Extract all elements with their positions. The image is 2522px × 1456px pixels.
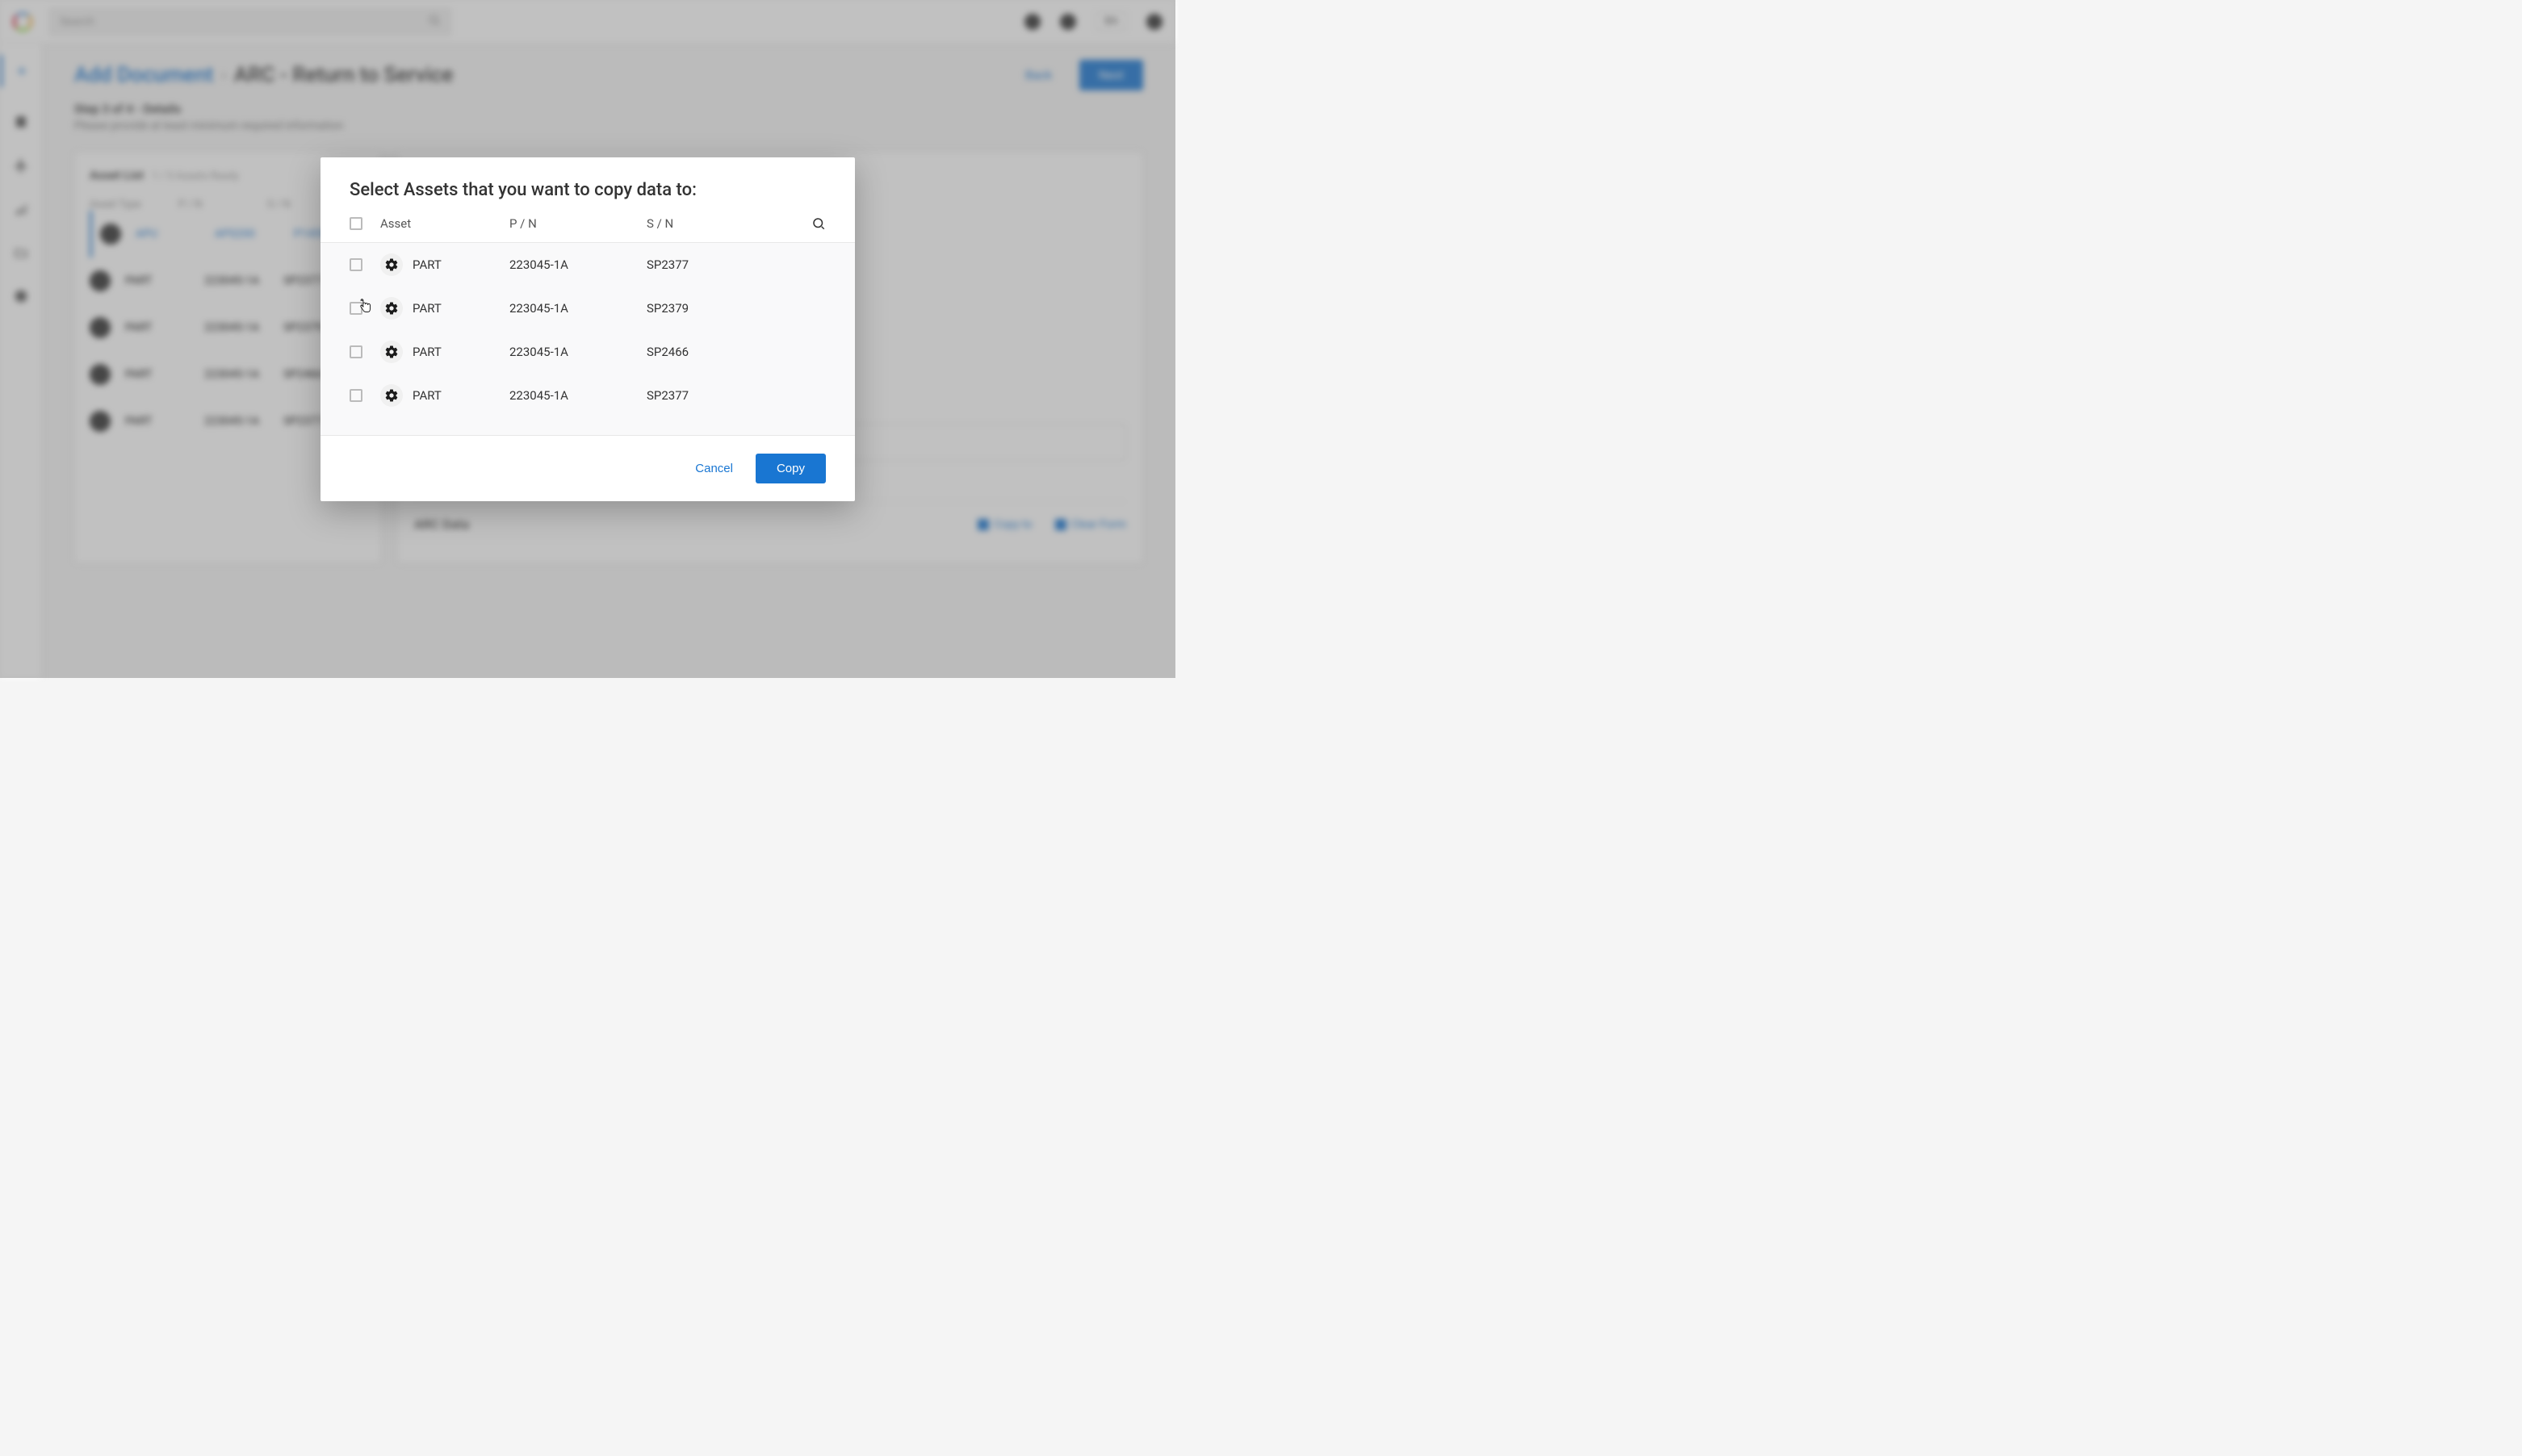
gear-icon [380, 253, 403, 276]
modal-body: PART223045-1ASP2377PART223045-1ASP2379PA… [320, 243, 855, 435]
row-type: PART [413, 388, 509, 403]
row-checkbox[interactable] [350, 258, 362, 271]
row-pn: 223045-1A [509, 257, 647, 272]
modal-asset-row[interactable]: PART223045-1ASP2466 [320, 330, 855, 374]
modal-asset-row[interactable]: PART223045-1ASP2377 [320, 374, 855, 417]
row-sn: SP2466 [647, 345, 826, 359]
row-checkbox[interactable] [350, 302, 362, 315]
col-header-asset: Asset [380, 216, 509, 231]
row-pn: 223045-1A [509, 388, 647, 403]
row-checkbox[interactable] [350, 345, 362, 358]
col-header-sn: S / N [647, 216, 811, 231]
copy-button[interactable]: Copy [756, 454, 826, 483]
modal-overlay[interactable]: Select Assets that you want to copy data… [0, 0, 1175, 678]
copy-assets-modal: Select Assets that you want to copy data… [320, 157, 855, 501]
gear-icon [380, 384, 403, 407]
search-icon[interactable] [811, 216, 826, 231]
gear-icon [380, 341, 403, 363]
col-header-pn: P / N [509, 216, 647, 231]
cancel-button[interactable]: Cancel [695, 462, 733, 475]
row-type: PART [413, 257, 509, 272]
modal-asset-row[interactable]: PART223045-1ASP2379 [320, 287, 855, 330]
row-sn: SP2379 [647, 301, 826, 316]
row-sn: SP2377 [647, 388, 826, 403]
modal-title: Select Assets that you want to copy data… [320, 157, 855, 216]
row-pn: 223045-1A [509, 345, 647, 359]
row-sn: SP2377 [647, 257, 826, 272]
row-type: PART [413, 301, 509, 316]
modal-asset-row[interactable]: PART223045-1ASP2377 [320, 243, 855, 287]
select-all-checkbox[interactable] [350, 217, 362, 230]
row-pn: 223045-1A [509, 301, 647, 316]
modal-header-row: Asset P / N S / N [320, 216, 855, 243]
gear-icon [380, 297, 403, 320]
row-type: PART [413, 345, 509, 359]
modal-footer: Cancel Copy [320, 435, 855, 501]
row-checkbox[interactable] [350, 389, 362, 402]
